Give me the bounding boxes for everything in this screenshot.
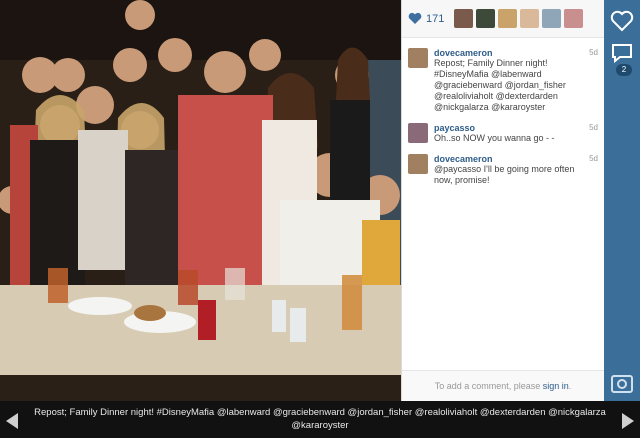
liker-avatar[interactable] [454, 9, 474, 28]
add-comment-suffix: . [568, 381, 572, 391]
liker-avatar[interactable] [564, 9, 584, 28]
prev-arrow-icon[interactable] [6, 413, 18, 429]
comment-username[interactable]: dovecameron [434, 48, 584, 58]
comment-text: Oh..so NOW you wanna go - - [434, 133, 555, 143]
comment-time: 5d [589, 154, 598, 163]
heart-icon[interactable] [408, 12, 422, 25]
liker-avatar[interactable] [520, 9, 540, 28]
comment-text: Repost; Family Dinner night! #DisneyMafi… [434, 58, 566, 112]
comment-list: dovecameron Repost; Family Dinner night!… [402, 38, 604, 186]
camera-icon[interactable] [610, 372, 634, 394]
comment-username[interactable]: paycasso [434, 123, 584, 133]
comment-text: @paycasso I'll be going more often now, … [434, 164, 575, 185]
liker-avatar[interactable] [498, 9, 518, 28]
liker-avatar[interactable] [542, 9, 562, 28]
action-sidebar: 2 [604, 0, 640, 401]
avatar[interactable] [408, 154, 428, 174]
photo-caption: Repost; Family Dinner night! #DisneyMafi… [34, 407, 606, 431]
like-icon[interactable] [610, 10, 634, 32]
likes-bar: 171 [402, 0, 604, 38]
comment-count-badge: 2 [616, 64, 632, 76]
avatar[interactable] [408, 48, 428, 68]
comment-icon[interactable] [610, 42, 634, 64]
comment-time: 5d [589, 48, 598, 57]
comment-username[interactable]: dovecameron [434, 154, 584, 164]
post-photo[interactable] [0, 0, 401, 401]
caption-bar: Repost; Family Dinner night! #DisneyMafi… [0, 401, 640, 438]
sign-in-link[interactable]: sign in [543, 381, 569, 391]
add-comment-prompt: To add a comment, please sign in. [402, 370, 604, 402]
post-info-panel: 171 dovecameron Repost; Family Dinner ni… [401, 0, 604, 402]
comment-item: paycasso Oh..so NOW you wanna go - - 5d [408, 123, 598, 144]
next-arrow-icon[interactable] [622, 413, 634, 429]
add-comment-text: To add a comment, please [434, 381, 543, 391]
like-count[interactable]: 171 [426, 13, 444, 25]
comment-time: 5d [589, 123, 598, 132]
comment-item: dovecameron Repost; Family Dinner night!… [408, 48, 598, 113]
avatar[interactable] [408, 123, 428, 143]
comment-item: dovecameron @paycasso I'll be going more… [408, 154, 598, 186]
liker-avatar[interactable] [476, 9, 496, 28]
